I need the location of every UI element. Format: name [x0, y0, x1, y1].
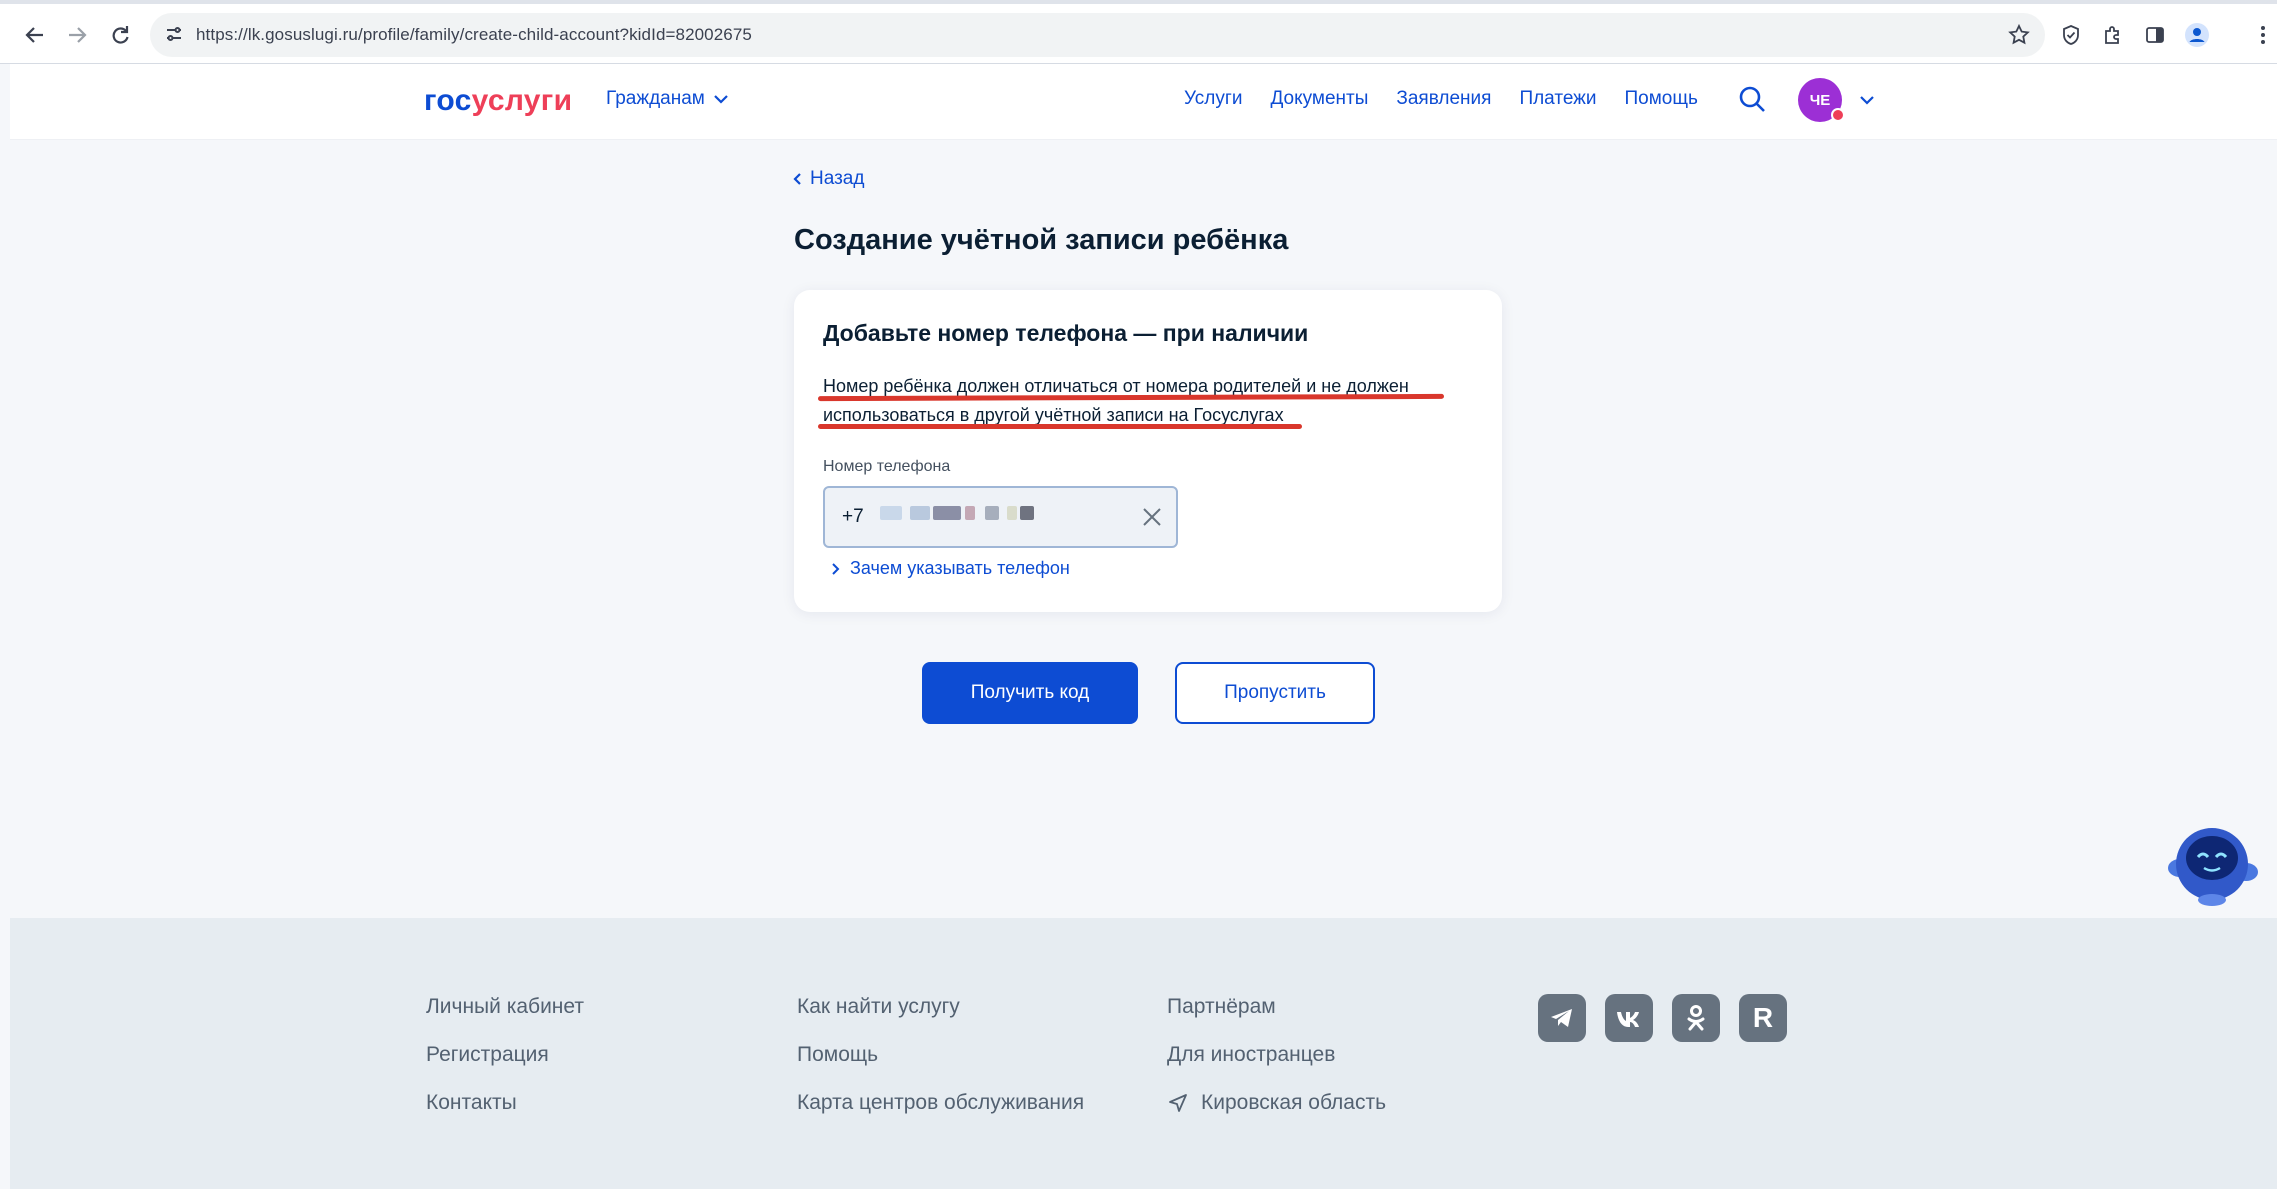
side-panel-icon[interactable] — [2138, 18, 2172, 52]
phone-card: Добавьте номер телефона — при наличии Но… — [794, 290, 1502, 612]
blurred-digits — [910, 506, 930, 520]
footer-link-account[interactable]: Личный кабинет — [426, 994, 584, 1019]
site-settings-icon[interactable] — [164, 24, 184, 49]
footer-link-registration[interactable]: Регистрация — [426, 1042, 584, 1067]
footer-link-foreigners[interactable]: Для иностранцев — [1167, 1042, 1386, 1067]
footer-column: Как найти услугу Помощь Карта центров об… — [797, 994, 1084, 1115]
rutube-icon[interactable]: R — [1739, 994, 1787, 1042]
forward-arrow-icon[interactable] — [60, 18, 94, 52]
back-arrow-icon[interactable] — [18, 18, 52, 52]
top-navigation: Услуги Документы Заявления Платежи Помощ… — [1184, 88, 1698, 110]
chevron-down-icon[interactable] — [1858, 88, 1878, 112]
search-icon[interactable] — [1737, 84, 1771, 118]
blurred-digits — [1007, 506, 1017, 520]
footer-column: Личный кабинет Регистрация Контакты — [426, 994, 584, 1115]
skip-button[interactable]: Пропустить — [1175, 662, 1375, 724]
blurred-digits — [965, 506, 975, 520]
url-text: https://lk.gosuslugi.ru/profile/family/c… — [196, 25, 752, 44]
footer-region[interactable]: Кировская область — [1167, 1090, 1386, 1115]
blurred-digits — [933, 506, 961, 520]
puzzle-extensions-icon[interactable] — [2096, 18, 2130, 52]
footer-link-contacts[interactable]: Контакты — [426, 1090, 584, 1115]
footer-link-service-centers[interactable]: Карта центров обслуживания — [797, 1090, 1084, 1115]
phone-field-label: Номер телефона — [823, 458, 951, 475]
nav-payments[interactable]: Платежи — [1519, 88, 1596, 110]
reload-icon[interactable] — [103, 18, 137, 52]
blurred-digits — [985, 506, 999, 520]
card-title: Добавьте номер телефона — при наличии — [823, 320, 1309, 346]
phone-input[interactable]: +7 — [823, 486, 1178, 548]
assistant-robot-icon[interactable] — [2162, 812, 2262, 912]
footer-column: Партнёрам Для иностранцев Кировская обла… — [1167, 994, 1386, 1115]
notification-dot — [1831, 108, 1845, 122]
rutube-letter: R — [1752, 1002, 1774, 1033]
why-phone-label: Зачем указывать телефон — [850, 558, 1070, 578]
chevron-down-icon — [714, 95, 728, 104]
odnoklassniki-icon[interactable] — [1672, 994, 1720, 1042]
get-code-button[interactable]: Получить код — [922, 662, 1138, 724]
back-link[interactable]: Назад — [792, 168, 864, 190]
address-bar[interactable]: https://lk.gosuslugi.ru/profile/family/c… — [150, 13, 2045, 57]
blurred-digits — [1020, 506, 1034, 520]
why-phone-link[interactable]: Зачем указывать телефон — [831, 558, 1070, 579]
footer-link-help[interactable]: Помощь — [797, 1042, 1084, 1067]
browser-menu-icon[interactable] — [2246, 18, 2277, 52]
nav-help[interactable]: Помощь — [1625, 88, 1698, 110]
location-arrow-icon — [1169, 1093, 1187, 1112]
nav-services[interactable]: Услуги — [1184, 88, 1242, 110]
nav-applications[interactable]: Заявления — [1396, 88, 1491, 110]
footer-link-partners[interactable]: Партнёрам — [1167, 994, 1386, 1019]
browser-toolbar: https://lk.gosuslugi.ru/profile/family/c… — [0, 0, 2277, 64]
page-title: Создание учётной записи ребёнка — [794, 224, 1289, 256]
site-footer: Личный кабинет Регистрация Контакты Как … — [10, 918, 2277, 1189]
chevron-right-icon — [832, 562, 840, 575]
social-links: R — [1538, 994, 1787, 1042]
vk-icon[interactable] — [1605, 994, 1653, 1042]
red-underline-annotation — [818, 424, 1302, 429]
region-label: Кировская область — [1201, 1090, 1387, 1114]
back-label: Назад — [810, 168, 865, 189]
citizens-menu[interactable]: Гражданам — [606, 88, 729, 110]
card-description: Номер ребёнка должен отличаться от номер… — [823, 376, 1409, 425]
profile-icon[interactable] — [2180, 18, 2214, 52]
clear-icon[interactable] — [1141, 506, 1163, 528]
footer-link-find-service[interactable]: Как найти услугу — [797, 994, 1084, 1019]
bookmark-star-icon[interactable] — [2007, 23, 2031, 52]
telegram-icon[interactable] — [1538, 994, 1586, 1042]
shield-extension-icon[interactable] — [2054, 18, 2088, 52]
gosuslugi-logo[interactable]: госуслуги — [424, 84, 572, 118]
chevron-left-icon — [793, 173, 801, 185]
nav-documents[interactable]: Документы — [1270, 88, 1368, 110]
phone-prefix: +7 — [842, 506, 864, 527]
site-header: госуслуги Гражданам Услуги Документы Зая… — [10, 64, 2277, 140]
blurred-digits — [880, 506, 902, 520]
citizens-label: Гражданам — [606, 88, 705, 109]
